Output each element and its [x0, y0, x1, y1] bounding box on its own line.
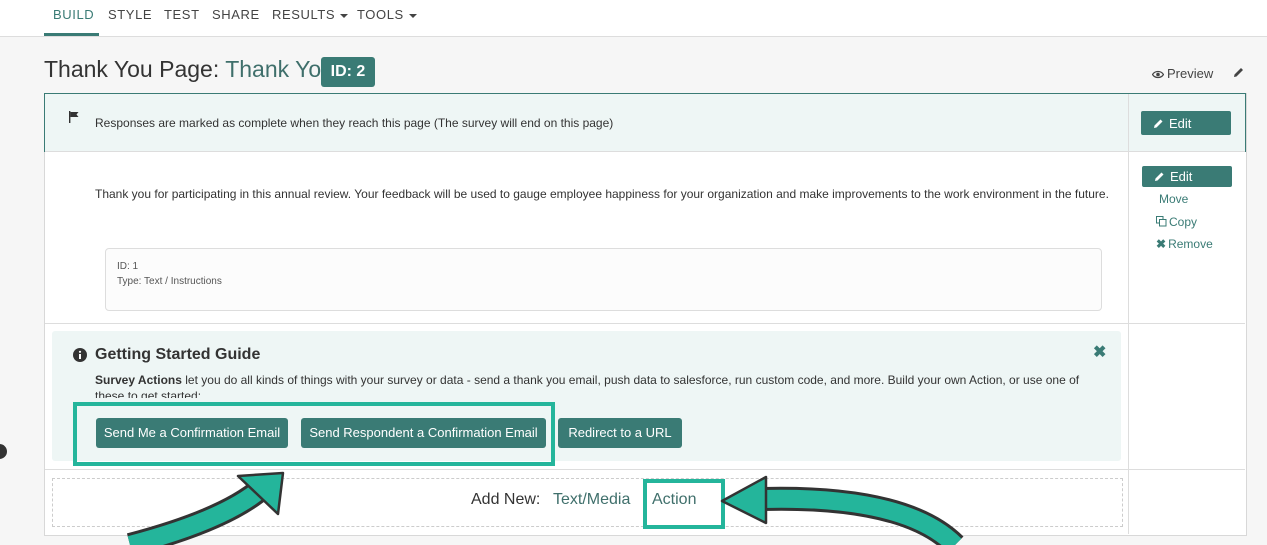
arrow-left-icon — [720, 475, 964, 545]
annotation-arrows — [126, 471, 964, 545]
arrow-up-icon — [126, 471, 285, 545]
